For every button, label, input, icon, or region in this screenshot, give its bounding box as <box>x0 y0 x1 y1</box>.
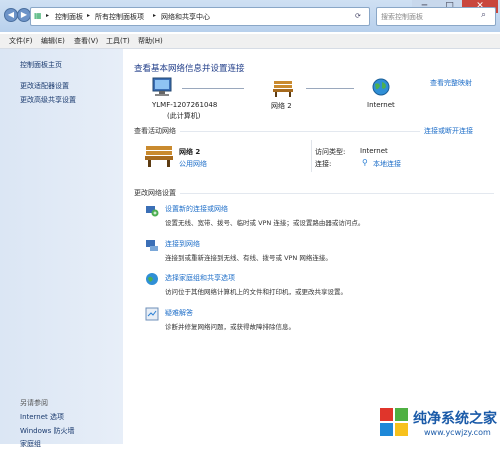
forward-icon[interactable]: ▶ <box>17 8 31 22</box>
active-networks-title: 查看活动网络 <box>134 127 176 135</box>
divider <box>311 140 312 172</box>
control-panel-icon: ▦ <box>34 11 42 20</box>
breadcrumb-item[interactable]: 控制面板 <box>55 12 83 22</box>
see-also-homegroup[interactable]: 家庭组 <box>20 439 41 449</box>
breadcrumb-sep-icon: ▸ <box>153 12 157 19</box>
ethernet-icon: ⚲ <box>362 158 368 167</box>
task-troubleshoot[interactable]: 疑难解答 <box>165 308 193 318</box>
sidebar-item-home[interactable]: 控制面板主页 <box>20 60 62 70</box>
local-connection-link[interactable]: 本地连接 <box>373 159 401 169</box>
internet-label-map: Internet <box>367 101 395 109</box>
divider <box>180 131 420 132</box>
see-also-firewall[interactable]: Windows 防火墙 <box>20 426 74 436</box>
task-homegroup[interactable]: 选择家庭组和共享选项 <box>165 273 235 283</box>
breadcrumb-sep-icon: ▸ <box>46 12 50 19</box>
see-also-internet-options[interactable]: Internet 选项 <box>20 412 64 422</box>
page-title: 查看基本网络信息并设置连接 <box>134 64 245 74</box>
divider <box>180 193 494 194</box>
refresh-icon[interactable]: ⟳ <box>355 12 361 20</box>
network-type-link[interactable]: 公用网络 <box>179 159 207 169</box>
homegroup-icon <box>146 273 158 285</box>
task-desc: 设置无线、宽带、拨号、临时或 VPN 连接；或设置路由器或访问点。 <box>165 219 365 227</box>
change-settings-title: 更改网络设置 <box>134 189 176 197</box>
connection-label: 连接: <box>315 160 332 168</box>
bench-icon <box>273 81 293 97</box>
globe-icon <box>372 78 390 96</box>
search-placeholder: 搜索控制面板 <box>381 13 423 21</box>
computer-icon <box>152 77 172 96</box>
bench-icon <box>145 146 173 167</box>
menu-view[interactable]: 查看(V) <box>74 36 98 46</box>
menu-file[interactable]: 文件(F) <box>9 36 33 46</box>
menu-tools[interactable]: 工具(T) <box>106 36 130 46</box>
map-connector <box>182 88 244 89</box>
troubleshoot-icon <box>145 307 159 321</box>
menu-edit[interactable]: 编辑(E) <box>41 36 65 46</box>
address-bar[interactable]: ▦ ▸ 控制面板 ▸ 所有控制面板项 ▸ 网络和共享中心 ⟳ <box>30 7 370 26</box>
computer-sub: (此计算机) <box>167 112 201 120</box>
search-input[interactable]: 搜索控制面板 ⌕ <box>376 7 496 26</box>
breadcrumb-sep-icon: ▸ <box>87 12 91 19</box>
watermark-url: www.ycwjzy.com <box>424 428 491 437</box>
connect-disconnect-link[interactable]: 连接或断开连接 <box>424 126 473 136</box>
sidebar-item-adapter[interactable]: 更改适配器设置 <box>20 81 69 91</box>
access-type-value: Internet <box>360 147 388 155</box>
active-network-name: 网络 2 <box>179 148 201 156</box>
task-desc: 连接到或重新连接到无线、有线、拨号或 VPN 网络连接。 <box>165 254 332 262</box>
menu-help[interactable]: 帮助(H) <box>138 36 163 46</box>
task-desc: 诊断并修复网络问题，或获得故障排除信息。 <box>165 323 295 331</box>
windows-logo-icon <box>380 408 408 436</box>
see-also-title: 另请参阅 <box>20 399 48 407</box>
watermark-name: 纯净系统之家 <box>413 411 497 427</box>
connect-network-icon <box>146 240 158 251</box>
task-new-connection[interactable]: 设置新的连接或网络 <box>165 204 228 214</box>
map-connector <box>306 88 354 89</box>
sidebar <box>0 49 123 444</box>
task-connect-network[interactable]: 连接到网络 <box>165 239 200 249</box>
new-connection-icon <box>146 206 159 217</box>
sidebar-item-sharing[interactable]: 更改高级共享设置 <box>20 95 76 105</box>
breadcrumb-item[interactable]: 网络和共享中心 <box>161 12 210 22</box>
computer-name: YLMF-1207261048 <box>152 101 218 109</box>
search-icon[interactable]: ⌕ <box>481 10 486 20</box>
task-desc: 访问位于其他网络计算机上的文件和打印机，或更改共享设置。 <box>165 288 347 296</box>
view-full-map-link[interactable]: 查看完整映射 <box>430 78 472 88</box>
network-name-map: 网络 2 <box>271 102 292 110</box>
breadcrumb-item[interactable]: 所有控制面板项 <box>95 12 144 22</box>
access-type-label: 访问类型: <box>315 148 346 156</box>
back-icon[interactable]: ◀ <box>4 8 18 22</box>
